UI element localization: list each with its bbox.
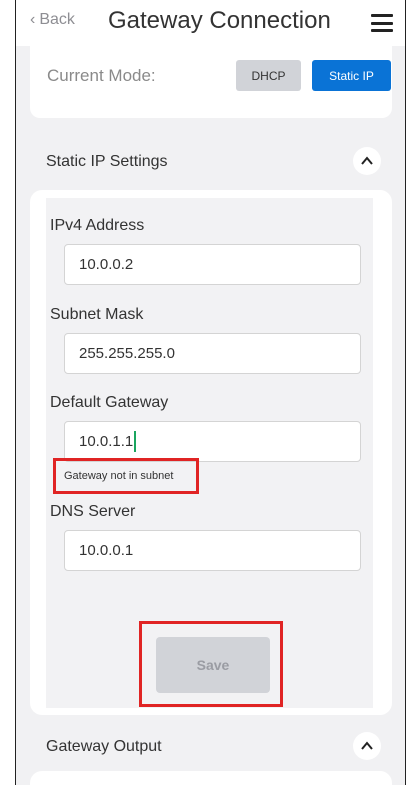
ipv4-address-value: 10.0.0.2 (79, 256, 134, 273)
dhcp-button[interactable]: DHCP (236, 60, 301, 91)
ipv4-address-input[interactable]: 10.0.0.2 (64, 244, 361, 285)
mode-card: Current Mode: DHCP Static IP (30, 46, 392, 118)
app-screen: ‹ Back Gateway Connection Current Mode: … (15, 0, 406, 785)
default-gateway-label: Default Gateway (50, 394, 169, 411)
chevron-left-icon: ‹ (30, 11, 36, 28)
top-bar: ‹ Back Gateway Connection (16, 0, 405, 46)
save-highlight-box (139, 621, 283, 707)
subnet-mask-label: Subnet Mask (50, 306, 144, 323)
gateway-output-section-header[interactable]: Gateway Output (16, 732, 405, 762)
ipv4-address-label: IPv4 Address (50, 217, 145, 234)
gateway-output-card (30, 771, 392, 785)
subnet-mask-value: 255.255.255.0 (79, 345, 175, 362)
chevron-up-icon[interactable] (353, 147, 381, 175)
back-label: Back (39, 11, 75, 28)
default-gateway-input[interactable]: 10.0.1.1 (64, 421, 361, 462)
error-highlight-box (53, 458, 199, 494)
current-mode-label: Current Mode: (47, 66, 156, 85)
dns-server-input[interactable]: 10.0.0.1 (64, 530, 361, 571)
static-ip-button[interactable]: Static IP (312, 60, 391, 91)
gateway-output-section-title: Gateway Output (46, 738, 162, 755)
default-gateway-value: 10.0.1.1 (79, 433, 134, 450)
static-ip-section-title: Static IP Settings (46, 153, 168, 170)
dns-server-label: DNS Server (50, 503, 136, 520)
text-cursor (134, 431, 137, 452)
static-ip-section-header[interactable]: Static IP Settings (16, 147, 405, 177)
subnet-mask-input[interactable]: 255.255.255.0 (64, 333, 361, 374)
back-button[interactable]: ‹ Back (30, 11, 75, 29)
chevron-up-icon[interactable] (353, 732, 381, 760)
page-title: Gateway Connection (108, 7, 331, 34)
dns-server-value: 10.0.0.1 (79, 542, 134, 559)
hamburger-menu-icon[interactable] (371, 14, 393, 32)
